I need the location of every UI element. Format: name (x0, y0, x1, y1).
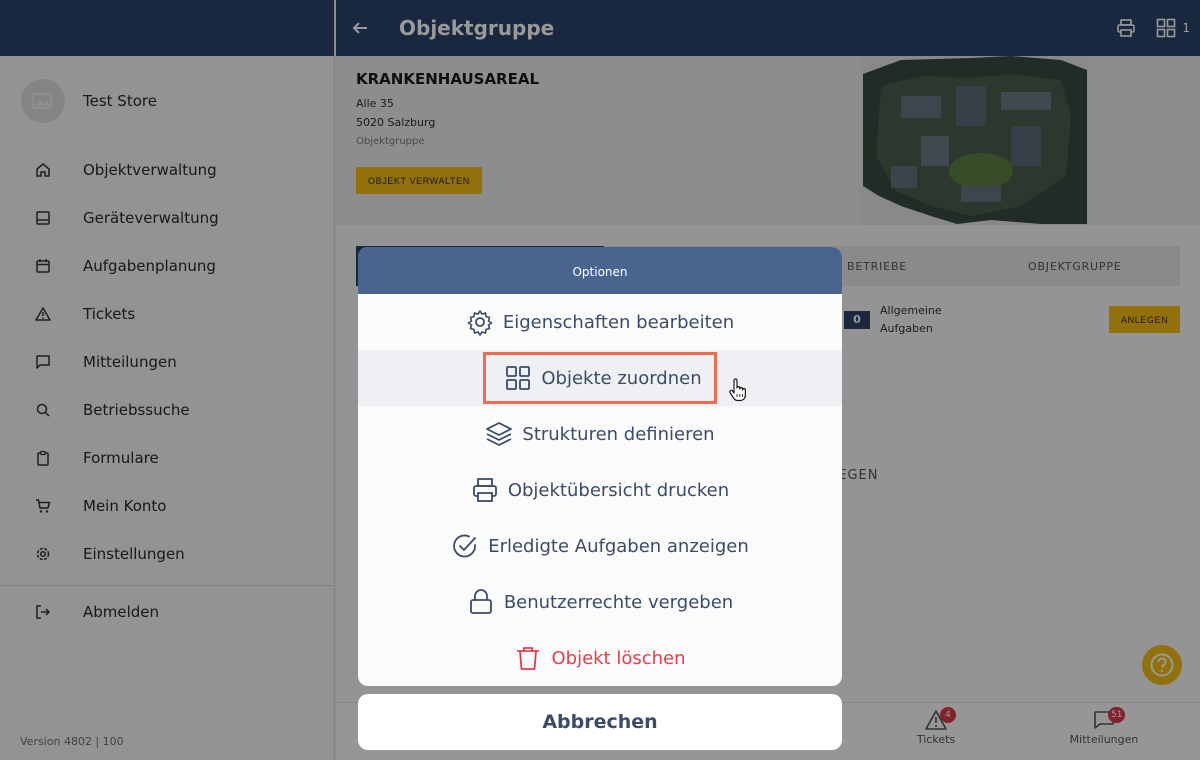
option-assign-permissions[interactable]: Benutzerrechte vergeben (358, 574, 842, 630)
option-assign-objects[interactable]: Objekte zuordnen (358, 350, 842, 406)
lock-icon (467, 588, 495, 616)
option-label: Eigenschaften bearbeiten (502, 311, 735, 333)
highlight-frame: Objekte zuordnen (483, 352, 717, 404)
option-edit-properties[interactable]: Eigenschaften bearbeiten (358, 294, 842, 350)
printer-icon (471, 476, 499, 504)
cancel-button[interactable]: Abbrechen (358, 694, 842, 750)
check-circle-icon (451, 532, 479, 560)
option-label: Objekt löschen (551, 647, 686, 669)
trash-icon (514, 644, 542, 672)
option-label: Benutzerrechte vergeben (503, 591, 734, 613)
options-sheet: Optionen Eigenschaften bearbeiten Objekt… (358, 247, 842, 686)
grid-icon (504, 364, 532, 392)
option-print-overview[interactable]: Objektübersicht drucken (358, 462, 842, 518)
option-label: Objekte zuordnen (541, 367, 702, 389)
option-label: Strukturen definieren (522, 423, 715, 445)
options-title: Optionen (358, 247, 842, 294)
option-label: Erledigte Aufgaben anzeigen (488, 535, 749, 557)
layers-icon (485, 420, 513, 448)
option-define-structures[interactable]: Strukturen definieren (358, 406, 842, 462)
hand-pointer-icon (729, 378, 746, 402)
option-label: Objektübersicht drucken (507, 479, 730, 501)
option-delete-object[interactable]: Objekt löschen (358, 630, 842, 686)
gear-icon (466, 308, 494, 336)
option-show-completed-tasks[interactable]: Erledigte Aufgaben anzeigen (358, 518, 842, 574)
